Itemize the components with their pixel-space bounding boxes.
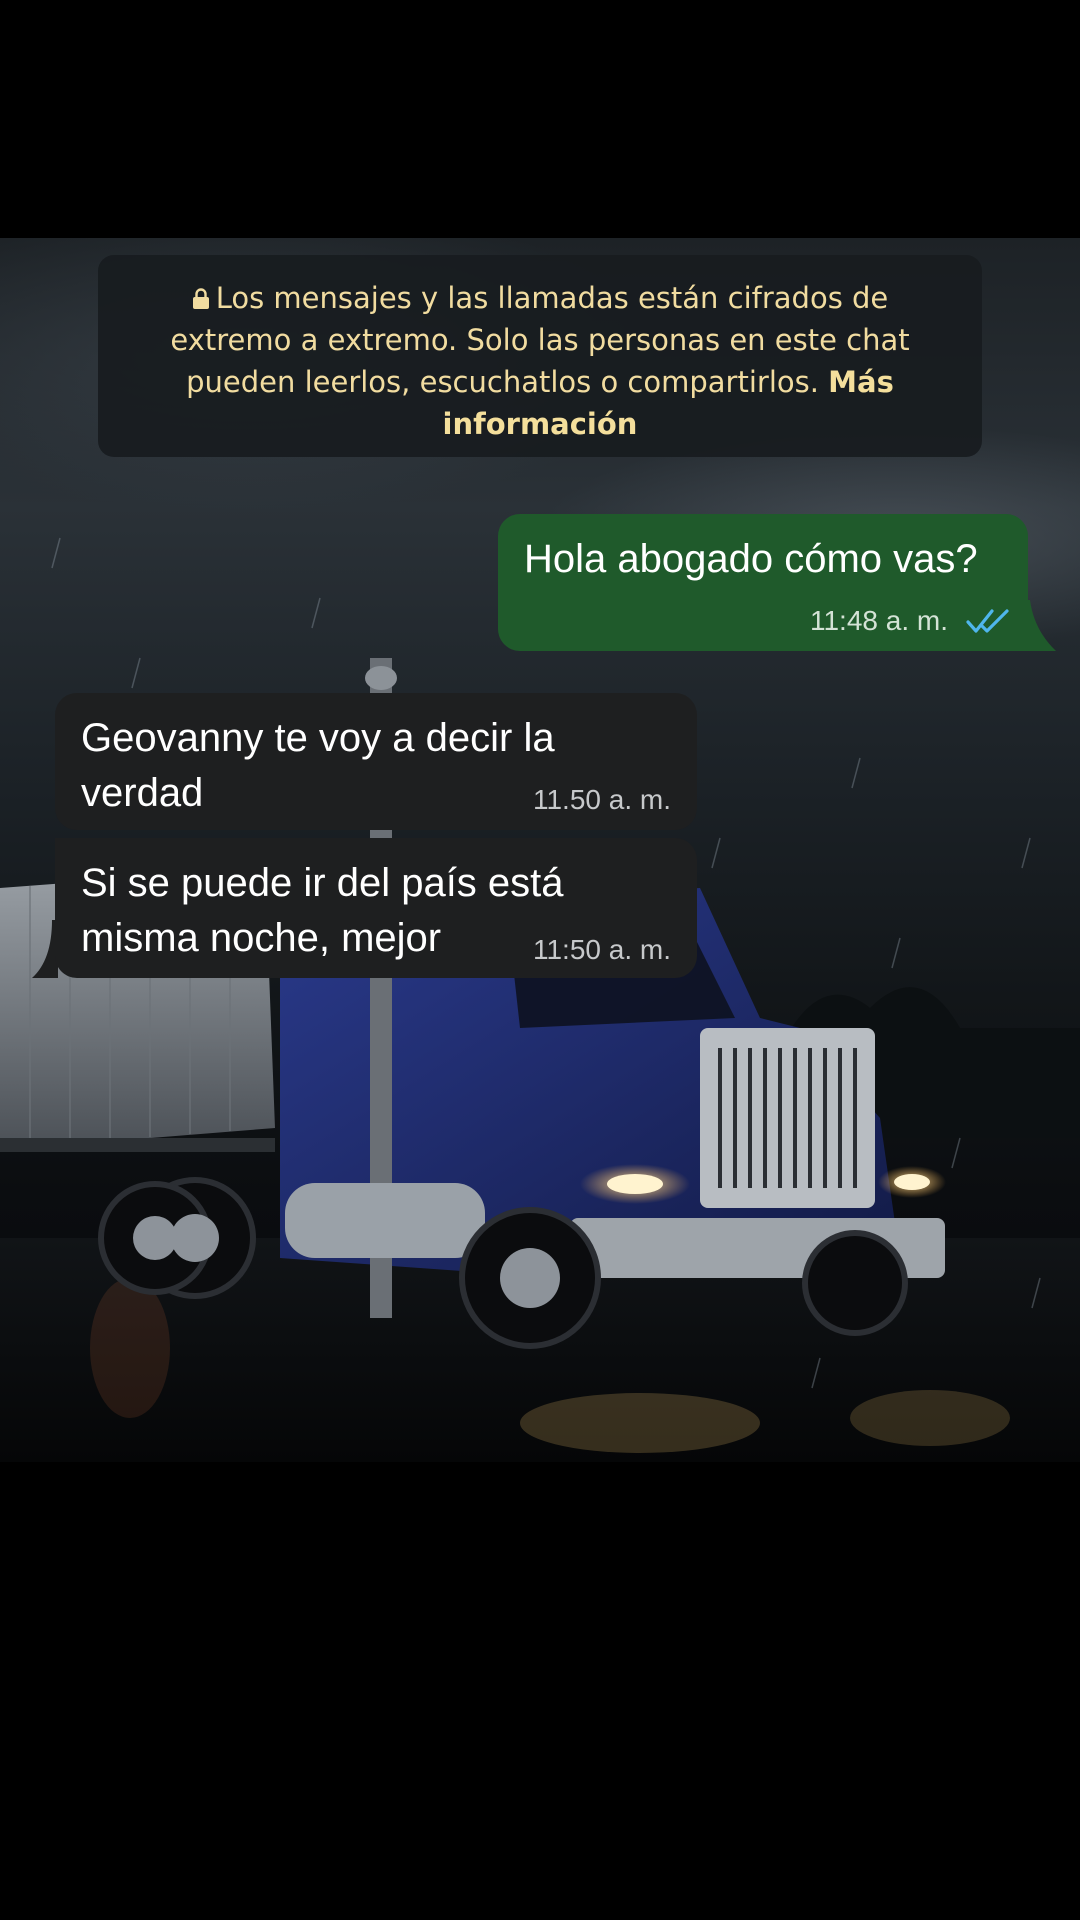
message-text: Hola abogado cómo vas? (524, 537, 978, 581)
incoming-message[interactable]: Geovanny te voy a decir la verdad 11.50 … (55, 693, 697, 830)
incoming-message[interactable]: Si se puede ir del país está misma noche… (55, 838, 697, 978)
outgoing-message[interactable]: Hola abogado cómo vas? 11:48 a. m. (498, 514, 1028, 651)
encryption-notice-text: Los mensajes y las llamadas están cifrad… (170, 281, 910, 399)
message-time: 11:50 a. m. (532, 934, 671, 965)
chat-screen: Los mensajes y las llamadas están cifrad… (0, 0, 1080, 1920)
lock-icon (192, 288, 209, 309)
message-time: 11.50 a. m. (532, 784, 671, 815)
message-time: 11:48 a. m. (809, 605, 948, 636)
double-check-read-icon (966, 609, 1009, 633)
encryption-notice[interactable]: Los mensajes y las llamadas están cifrad… (98, 255, 982, 457)
